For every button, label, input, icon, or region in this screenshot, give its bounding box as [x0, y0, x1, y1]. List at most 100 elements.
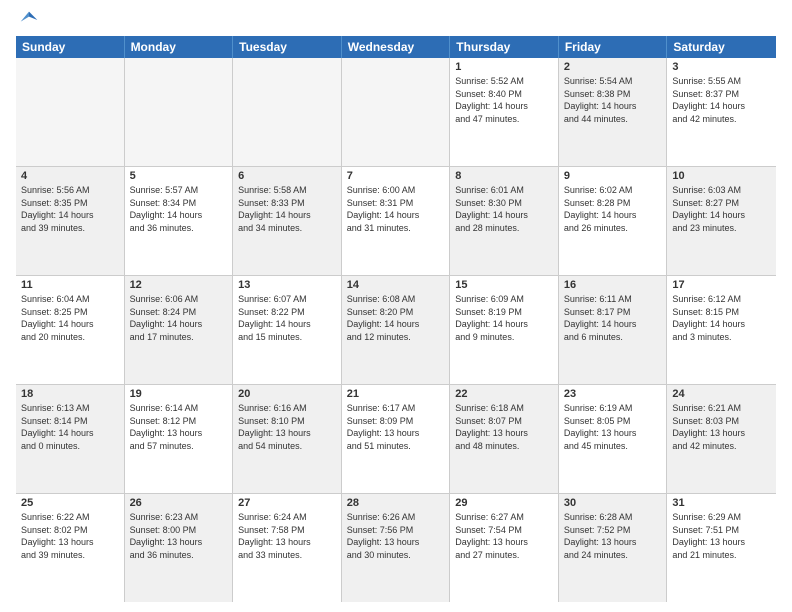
day-number: 26: [130, 497, 228, 509]
day-number: 24: [672, 388, 771, 400]
day-info: Sunrise: 6:01 AM Sunset: 8:30 PM Dayligh…: [455, 184, 553, 234]
calendar-cell-3: 3 Sunrise: 5:55 AM Sunset: 8:37 PM Daylig…: [667, 58, 776, 166]
calendar-cell-29: 29 Sunrise: 6:27 AM Sunset: 7:54 PM Dayli…: [450, 494, 559, 602]
day-number: 18: [21, 388, 119, 400]
day-number: 29: [455, 497, 553, 509]
calendar-cell-18: 18 Sunrise: 6:13 AM Sunset: 8:14 PM Dayli…: [16, 385, 125, 493]
day-info: Sunrise: 6:26 AM Sunset: 7:56 PM Dayligh…: [347, 511, 445, 561]
day-number: 6: [238, 170, 336, 182]
day-info: Sunrise: 6:22 AM Sunset: 8:02 PM Dayligh…: [21, 511, 119, 561]
day-number: 30: [564, 497, 662, 509]
day-info: Sunrise: 5:57 AM Sunset: 8:34 PM Dayligh…: [130, 184, 228, 234]
day-number: 27: [238, 497, 336, 509]
calendar-header-wednesday: Wednesday: [342, 36, 451, 58]
calendar-cell-11: 11 Sunrise: 6:04 AM Sunset: 8:25 PM Dayli…: [16, 276, 125, 384]
day-number: 12: [130, 279, 228, 291]
logo-text: [16, 10, 39, 30]
calendar-cell-16: 16 Sunrise: 6:11 AM Sunset: 8:17 PM Dayli…: [559, 276, 668, 384]
day-info: Sunrise: 6:24 AM Sunset: 7:58 PM Dayligh…: [238, 511, 336, 561]
day-number: 31: [672, 497, 771, 509]
day-number: 15: [455, 279, 553, 291]
calendar-cell-30: 30Sunrise: 6:28 AM Sunset: 7:52 PM Dayli…: [559, 494, 668, 602]
calendar-cell-21: 21 Sunrise: 6:17 AM Sunset: 8:09 PM Dayli…: [342, 385, 451, 493]
day-number: 4: [21, 170, 119, 182]
day-number: 9: [564, 170, 662, 182]
calendar-cell-22: 22 Sunrise: 6:18 AM Sunset: 8:07 PM Dayli…: [450, 385, 559, 493]
logo-icon: [19, 10, 39, 30]
calendar-body: 1Sunrise: 5:52 AM Sunset: 8:40 PM Daylig…: [16, 58, 776, 602]
day-info: Sunrise: 6:13 AM Sunset: 8:14 PM Dayligh…: [21, 402, 119, 452]
day-info: Sunrise: 6:02 AM Sunset: 8:28 PM Dayligh…: [564, 184, 662, 234]
calendar-cell-2: 2 Sunrise: 5:54 AM Sunset: 8:38 PM Daylig…: [559, 58, 668, 166]
day-info: Sunrise: 6:08 AM Sunset: 8:20 PM Dayligh…: [347, 293, 445, 343]
calendar-cell-empty-3: [342, 58, 451, 166]
calendar-cell-7: 7 Sunrise: 6:00 AM Sunset: 8:31 PM Daylig…: [342, 167, 451, 275]
day-info: Sunrise: 6:09 AM Sunset: 8:19 PM Dayligh…: [455, 293, 553, 343]
day-info: Sunrise: 6:21 AM Sunset: 8:03 PM Dayligh…: [672, 402, 771, 452]
day-number: 21: [347, 388, 445, 400]
calendar-header-thursday: Thursday: [450, 36, 559, 58]
calendar-cell-1: 1Sunrise: 5:52 AM Sunset: 8:40 PM Daylig…: [450, 58, 559, 166]
calendar-cell-28: 28 Sunrise: 6:26 AM Sunset: 7:56 PM Dayli…: [342, 494, 451, 602]
calendar-week-4: 18 Sunrise: 6:13 AM Sunset: 8:14 PM Dayli…: [16, 385, 776, 494]
calendar-cell-25: 25 Sunrise: 6:22 AM Sunset: 8:02 PM Dayli…: [16, 494, 125, 602]
day-info: Sunrise: 6:17 AM Sunset: 8:09 PM Dayligh…: [347, 402, 445, 452]
calendar-header-saturday: Saturday: [667, 36, 776, 58]
day-info: Sunrise: 6:27 AM Sunset: 7:54 PM Dayligh…: [455, 511, 553, 561]
day-info: Sunrise: 6:19 AM Sunset: 8:05 PM Dayligh…: [564, 402, 662, 452]
calendar-cell-17: 17 Sunrise: 6:12 AM Sunset: 8:15 PM Dayli…: [667, 276, 776, 384]
day-info: Sunrise: 6:00 AM Sunset: 8:31 PM Dayligh…: [347, 184, 445, 234]
day-number: 17: [672, 279, 771, 291]
calendar-cell-31: 31 Sunrise: 6:29 AM Sunset: 7:51 PM Dayli…: [667, 494, 776, 602]
calendar-cell-empty-1: [125, 58, 234, 166]
day-number: 14: [347, 279, 445, 291]
day-number: 25: [21, 497, 119, 509]
day-info: Sunrise: 6:23 AM Sunset: 8:00 PM Dayligh…: [130, 511, 228, 561]
day-info: Sunrise: 5:55 AM Sunset: 8:37 PM Dayligh…: [672, 75, 771, 125]
day-info: Sunrise: 5:56 AM Sunset: 8:35 PM Dayligh…: [21, 184, 119, 234]
calendar-header-friday: Friday: [559, 36, 668, 58]
calendar-header-monday: Monday: [125, 36, 234, 58]
day-info: Sunrise: 6:04 AM Sunset: 8:25 PM Dayligh…: [21, 293, 119, 343]
calendar-cell-5: 5 Sunrise: 5:57 AM Sunset: 8:34 PM Daylig…: [125, 167, 234, 275]
day-info: Sunrise: 5:52 AM Sunset: 8:40 PM Dayligh…: [455, 75, 553, 125]
calendar-cell-12: 12 Sunrise: 6:06 AM Sunset: 8:24 PM Dayli…: [125, 276, 234, 384]
calendar-week-2: 4 Sunrise: 5:56 AM Sunset: 8:35 PM Daylig…: [16, 167, 776, 276]
day-number: 10: [672, 170, 771, 182]
day-number: 13: [238, 279, 336, 291]
day-number: 20: [238, 388, 336, 400]
day-number: 7: [347, 170, 445, 182]
calendar-cell-20: 20 Sunrise: 6:16 AM Sunset: 8:10 PM Dayli…: [233, 385, 342, 493]
calendar: SundayMondayTuesdayWednesdayThursdayFrid…: [16, 36, 776, 602]
day-number: 16: [564, 279, 662, 291]
calendar-week-1: 1Sunrise: 5:52 AM Sunset: 8:40 PM Daylig…: [16, 58, 776, 167]
day-info: Sunrise: 6:29 AM Sunset: 7:51 PM Dayligh…: [672, 511, 771, 561]
day-info: Sunrise: 6:18 AM Sunset: 8:07 PM Dayligh…: [455, 402, 553, 452]
calendar-cell-23: 23Sunrise: 6:19 AM Sunset: 8:05 PM Dayli…: [559, 385, 668, 493]
day-info: Sunrise: 6:07 AM Sunset: 8:22 PM Dayligh…: [238, 293, 336, 343]
day-number: 11: [21, 279, 119, 291]
logo: [16, 10, 39, 30]
day-info: Sunrise: 6:16 AM Sunset: 8:10 PM Dayligh…: [238, 402, 336, 452]
day-info: Sunrise: 6:11 AM Sunset: 8:17 PM Dayligh…: [564, 293, 662, 343]
day-number: 5: [130, 170, 228, 182]
header: [16, 10, 776, 30]
day-info: Sunrise: 6:12 AM Sunset: 8:15 PM Dayligh…: [672, 293, 771, 343]
day-number: 28: [347, 497, 445, 509]
day-number: 2: [564, 61, 662, 73]
day-info: Sunrise: 5:58 AM Sunset: 8:33 PM Dayligh…: [238, 184, 336, 234]
calendar-cell-14: 14 Sunrise: 6:08 AM Sunset: 8:20 PM Dayli…: [342, 276, 451, 384]
day-info: Sunrise: 5:54 AM Sunset: 8:38 PM Dayligh…: [564, 75, 662, 125]
day-info: Sunrise: 6:03 AM Sunset: 8:27 PM Dayligh…: [672, 184, 771, 234]
day-info: Sunrise: 6:06 AM Sunset: 8:24 PM Dayligh…: [130, 293, 228, 343]
day-number: 3: [672, 61, 771, 73]
day-info: Sunrise: 6:14 AM Sunset: 8:12 PM Dayligh…: [130, 402, 228, 452]
calendar-cell-13: 13 Sunrise: 6:07 AM Sunset: 8:22 PM Dayli…: [233, 276, 342, 384]
day-number: 19: [130, 388, 228, 400]
calendar-header: SundayMondayTuesdayWednesdayThursdayFrid…: [16, 36, 776, 58]
day-number: 22: [455, 388, 553, 400]
calendar-week-5: 25 Sunrise: 6:22 AM Sunset: 8:02 PM Dayli…: [16, 494, 776, 602]
calendar-cell-24: 24 Sunrise: 6:21 AM Sunset: 8:03 PM Dayli…: [667, 385, 776, 493]
calendar-cell-10: 10 Sunrise: 6:03 AM Sunset: 8:27 PM Dayli…: [667, 167, 776, 275]
calendar-header-sunday: Sunday: [16, 36, 125, 58]
